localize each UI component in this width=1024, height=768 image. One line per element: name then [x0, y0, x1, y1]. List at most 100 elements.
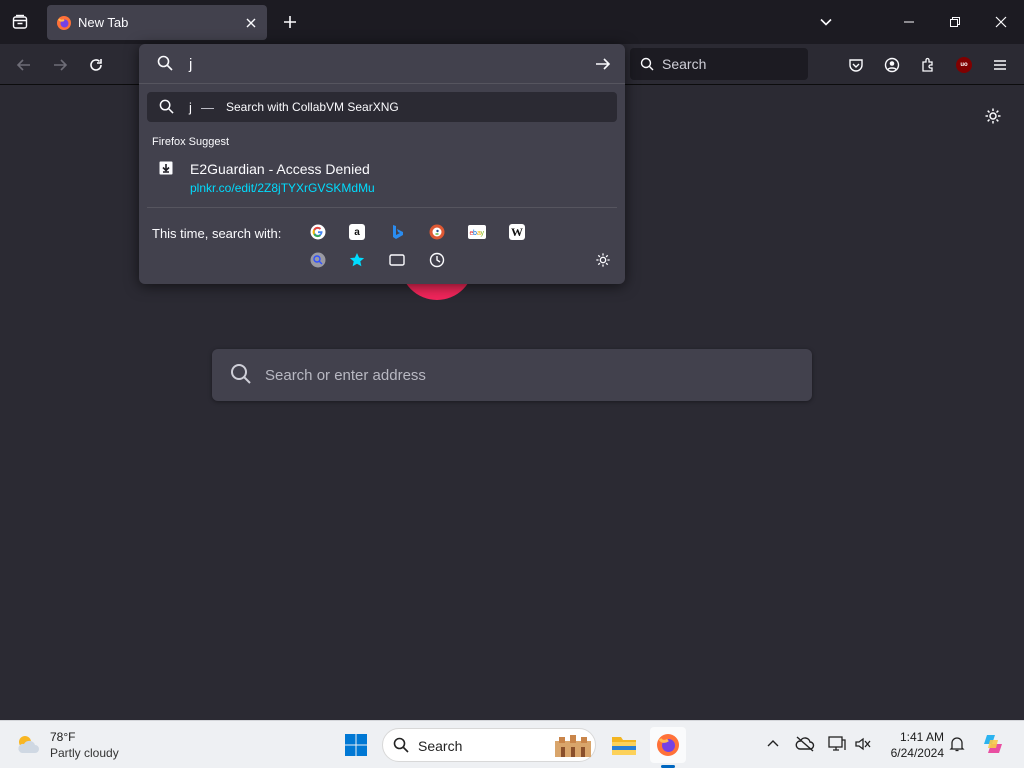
search-bar[interactable]: Search — [630, 48, 808, 80]
account-icon — [884, 57, 900, 73]
ebay-icon: ebay — [468, 225, 486, 239]
notifications-button[interactable] — [946, 733, 968, 755]
search-settings-button[interactable] — [593, 250, 613, 270]
close-icon — [995, 16, 1007, 28]
plus-icon — [284, 16, 296, 28]
search-highlight-icon — [555, 735, 591, 757]
gear-icon — [985, 108, 1001, 124]
duckduckgo-engine-button[interactable] — [427, 222, 447, 242]
chevron-up-icon — [767, 740, 779, 747]
arrow-right-icon — [596, 58, 611, 70]
newtab-search-box[interactable]: Search or enter address — [212, 349, 812, 401]
weather-condition: Partly cloudy — [50, 746, 119, 760]
speaker-muted-icon — [855, 737, 871, 751]
history-mode-button[interactable] — [427, 250, 447, 270]
show-hidden-icons-button[interactable] — [762, 733, 784, 755]
newtab-settings-button[interactable] — [982, 105, 1004, 127]
pocket-button[interactable] — [843, 52, 869, 78]
reload-icon — [90, 59, 102, 71]
suggestion-engine-text: Search with CollabVM SearXNG — [226, 100, 399, 114]
suggestion-query: j — [189, 100, 192, 115]
cloud-offline-icon — [795, 736, 815, 752]
wikipedia-engine-button[interactable]: W — [507, 222, 527, 242]
copilot-button[interactable] — [980, 731, 1006, 757]
search-icon — [640, 57, 654, 71]
weather-temperature: 78°F — [50, 730, 76, 744]
suggest-result-row[interactable]: E2Guardian - Access Denied plnkr.co/edit… — [147, 152, 617, 198]
bookmarks-mode-button[interactable] — [347, 250, 367, 270]
result-title: E2Guardian - Access Denied — [190, 161, 370, 177]
search-icon — [159, 99, 174, 114]
tab-new-tab[interactable]: New Tab — [47, 5, 267, 40]
close-window-button[interactable] — [978, 0, 1024, 44]
ublock-origin-button[interactable]: uo — [951, 52, 977, 78]
searxng-engine-button[interactable] — [308, 250, 328, 270]
network-icon — [828, 736, 846, 751]
weather-widget[interactable]: 78°F Partly cloudy — [14, 727, 144, 763]
volume-tray-button[interactable] — [852, 733, 874, 755]
search-icon — [393, 737, 409, 753]
newtab-search-placeholder: Search or enter address — [265, 367, 426, 384]
search-suggestion-row[interactable]: j — Search with CollabVM SearXNG — [147, 92, 617, 122]
ebay-engine-button[interactable]: ebay — [467, 222, 487, 242]
list-all-tabs-button[interactable] — [814, 10, 838, 34]
oneoff-search-label: This time, search with: — [152, 226, 282, 241]
result-url: plnkr.co/edit/2Z8jTYXrGVSKMdMu — [190, 181, 375, 195]
folder-icon — [612, 737, 636, 755]
back-button[interactable] — [11, 52, 37, 78]
minimize-button[interactable] — [886, 0, 932, 44]
title-bar: New Tab — [0, 0, 1024, 44]
new-tab-button[interactable] — [278, 10, 302, 34]
partly-cloudy-icon — [18, 736, 39, 753]
hamburger-menu-icon — [994, 60, 1006, 70]
forward-button[interactable] — [47, 52, 73, 78]
go-button[interactable] — [593, 54, 613, 74]
start-button[interactable] — [344, 733, 368, 757]
ublock-origin-icon: uo — [956, 57, 972, 73]
close-tab-icon[interactable] — [241, 13, 261, 33]
google-engine-button[interactable] — [308, 222, 328, 242]
address-bar-dropdown: j j — Search with CollabVM SearXNG Firef… — [139, 44, 625, 284]
amazon-icon: a — [349, 224, 365, 240]
extensions-button[interactable] — [915, 52, 941, 78]
firefox-taskbar-button[interactable] — [650, 727, 686, 763]
google-icon — [310, 224, 326, 240]
search-icon — [157, 55, 173, 71]
duckduckgo-icon — [429, 224, 445, 240]
network-tray-button[interactable] — [826, 733, 848, 755]
tabs-mode-button[interactable] — [387, 250, 407, 270]
onedrive-tray-button[interactable] — [794, 733, 816, 755]
clock-date: 6/24/2024 — [890, 746, 944, 760]
wikipedia-icon: W — [509, 224, 525, 240]
chevron-down-icon — [820, 18, 832, 26]
restore-icon — [950, 17, 960, 27]
firefox-view-button[interactable] — [8, 10, 32, 34]
firefox-icon — [657, 734, 679, 756]
clock-time: 1:41 AM — [899, 730, 944, 744]
address-bar-value[interactable]: j — [189, 56, 192, 73]
gear-icon — [596, 253, 610, 267]
taskbar-search-label: Search — [418, 738, 463, 754]
restore-button[interactable] — [932, 0, 978, 44]
firefox-favicon-icon — [57, 15, 71, 30]
account-button[interactable] — [879, 52, 905, 78]
windows-taskbar: 78°F Partly cloudy Search 1:41 AM 6/24/2… — [0, 720, 1024, 768]
bing-icon — [393, 225, 403, 239]
reload-button[interactable] — [83, 52, 109, 78]
download-page-icon — [159, 161, 173, 175]
taskbar-search-box[interactable]: Search — [382, 728, 596, 762]
minimize-icon — [904, 21, 914, 23]
tab-title: New Tab — [78, 15, 129, 30]
searxng-icon — [310, 252, 326, 268]
clock-icon — [429, 252, 445, 268]
arrow-right-icon — [54, 59, 68, 71]
taskbar-clock[interactable]: 1:41 AM 6/24/2024 — [878, 729, 944, 761]
pocket-icon — [849, 59, 863, 72]
amazon-engine-button[interactable]: a — [347, 222, 367, 242]
address-bar-input[interactable]: j — [139, 44, 625, 84]
search-icon — [231, 364, 251, 384]
bing-engine-button[interactable] — [387, 222, 407, 242]
svg-text:y: y — [481, 230, 485, 237]
menu-button[interactable] — [987, 52, 1013, 78]
file-explorer-button[interactable] — [606, 727, 642, 763]
